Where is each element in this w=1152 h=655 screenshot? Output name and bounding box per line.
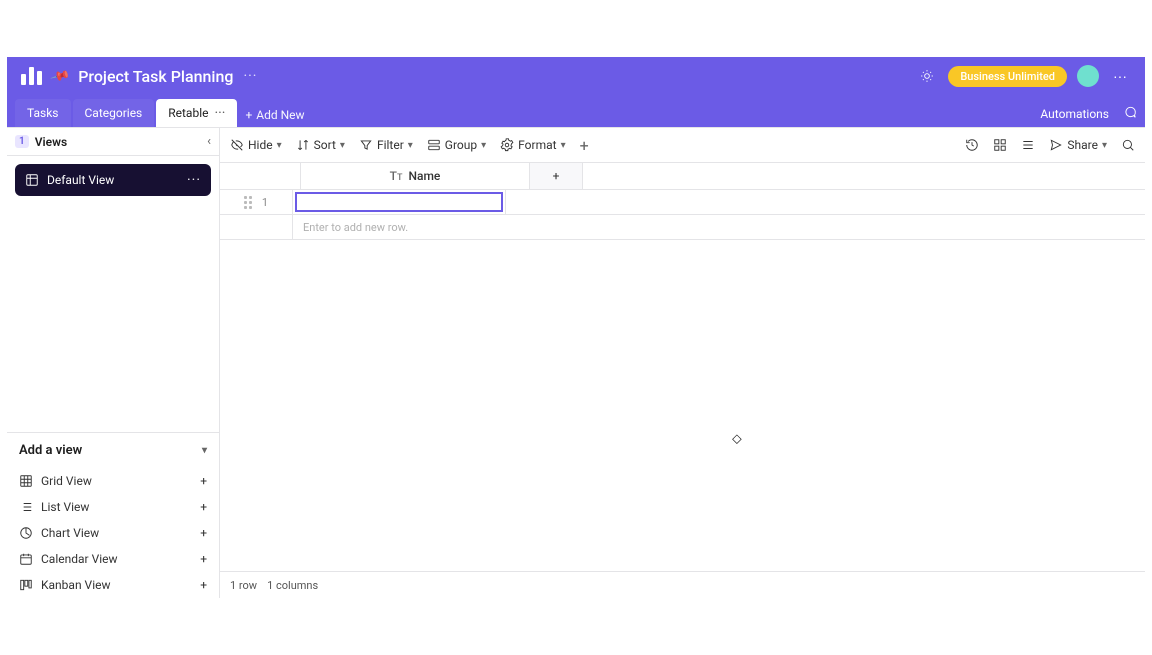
add-kanban-view[interactable]: Kanban View+ <box>7 572 219 598</box>
group-button[interactable]: Group▾ <box>427 138 486 152</box>
plus-icon: + <box>200 526 207 540</box>
row-number-header <box>220 163 301 189</box>
chat-icon[interactable] <box>1123 105 1137 122</box>
app-logo[interactable] <box>21 67 42 85</box>
plus-icon: + <box>200 578 207 592</box>
add-column-toolbar-button[interactable]: + <box>580 136 589 155</box>
chevron-down-icon: ▾ <box>202 445 207 456</box>
sort-button[interactable]: Sort▾ <box>296 138 345 152</box>
table-row[interactable]: 1 <box>220 190 1145 215</box>
views-count-badge: 1 <box>15 135 29 148</box>
theme-toggle-icon[interactable] <box>916 65 938 87</box>
cursor-icon: ⬦ <box>732 431 742 447</box>
add-new-tab-button[interactable]: + Add New <box>245 108 304 122</box>
add-view-toggle[interactable]: Add a view ▾ <box>7 433 219 468</box>
view-default-label: Default View <box>47 173 114 187</box>
project-more-icon[interactable]: ··· <box>243 68 257 84</box>
plus-icon: + <box>200 474 207 488</box>
collapse-sidebar-icon[interactable]: ‹ <box>207 134 211 149</box>
automations-link[interactable]: Automations <box>1040 107 1109 121</box>
column-name-header[interactable]: Tᴛ Name <box>301 163 530 189</box>
format-button[interactable]: Format▾ <box>500 138 565 152</box>
plan-badge[interactable]: Business Unlimited <box>948 66 1067 87</box>
text-type-icon: Tᴛ <box>390 169 403 183</box>
tab-categories[interactable]: Categories <box>73 99 155 127</box>
plus-icon: + <box>200 552 207 566</box>
share-button[interactable]: Share▾ <box>1049 138 1107 152</box>
add-column-button[interactable]: + <box>530 163 583 189</box>
add-chart-view[interactable]: Chart View+ <box>7 520 219 546</box>
project-title[interactable]: Project Task Planning <box>78 67 233 86</box>
tab-more-icon[interactable]: ··· <box>214 106 225 120</box>
add-list-view[interactable]: List View+ <box>7 494 219 520</box>
list-layout-icon[interactable] <box>1021 138 1035 152</box>
history-icon[interactable] <box>965 138 979 152</box>
header-more-icon[interactable]: ··· <box>1109 64 1131 88</box>
avatar[interactable] <box>1077 65 1099 87</box>
tab-retable[interactable]: Retable ··· <box>156 99 237 127</box>
add-grid-view[interactable]: Grid View+ <box>7 468 219 494</box>
view-more-icon[interactable]: ··· <box>187 172 201 188</box>
grid-layout-icon[interactable] <box>993 138 1007 152</box>
view-default[interactable]: Default View ··· <box>15 164 211 196</box>
plus-icon: + <box>245 108 252 122</box>
search-icon[interactable] <box>1121 138 1135 152</box>
add-row-hint[interactable]: Enter to add new row. <box>220 215 1145 240</box>
row-number: 1 <box>262 196 268 209</box>
status-rows: 1 row <box>230 579 257 592</box>
views-label: Views <box>35 135 67 149</box>
filter-button[interactable]: Filter▾ <box>359 138 413 152</box>
hide-columns-button[interactable]: Hide▾ <box>230 138 282 152</box>
cell-name-input[interactable] <box>295 192 503 212</box>
drag-handle-icon[interactable] <box>244 196 252 209</box>
pin-icon: 📌 <box>49 65 71 86</box>
plus-icon: + <box>200 500 207 514</box>
status-cols: 1 columns <box>267 579 318 592</box>
tab-tasks[interactable]: Tasks <box>15 99 71 127</box>
add-calendar-view[interactable]: Calendar View+ <box>7 546 219 572</box>
